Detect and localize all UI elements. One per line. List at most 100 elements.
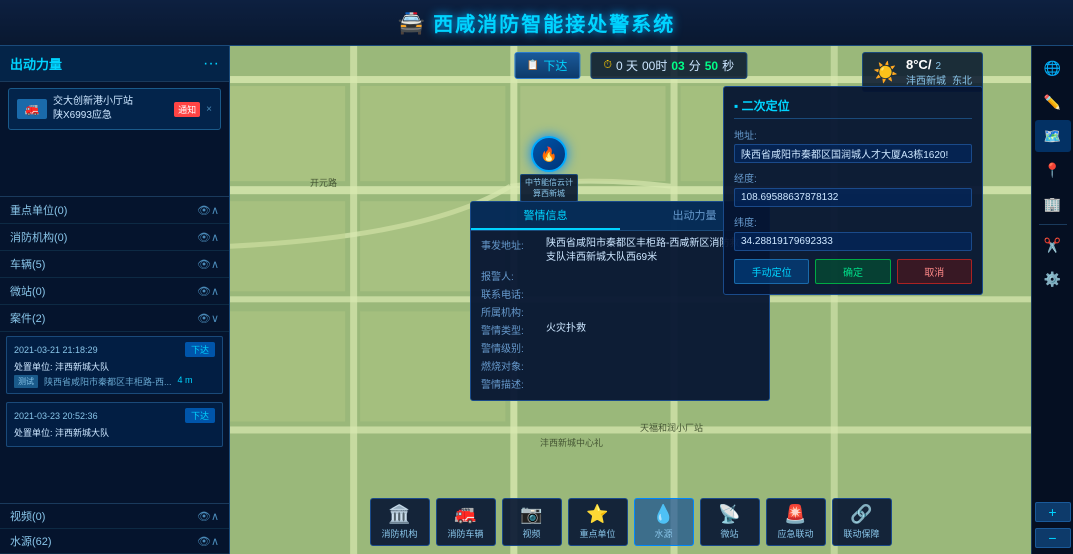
btn-fire-vehicle[interactable]: 🚒 消防车辆: [436, 498, 496, 546]
btn-fire-org[interactable]: 🏛️ 消防机构: [370, 498, 430, 546]
lat-row: 纬度:: [734, 214, 972, 251]
case-dispatch-btn-1[interactable]: 下达: [185, 408, 215, 423]
dispatch-button[interactable]: 📋 下达: [514, 52, 580, 79]
map-area[interactable]: 创业路 开元路 开元路 沣西新城中心礼 天福和润小厂站 🔥 中节能信云计 算西新…: [230, 46, 1031, 554]
eye-icon-water[interactable]: 👁: [197, 535, 211, 548]
location-icon: 📍: [1044, 162, 1061, 179]
info-row-address: 事发地址: 陕西省咸阳市秦都区丰柜路-西咸新区消防救援支队沣西新城大队西69米: [481, 237, 759, 265]
eye-icon-video[interactable]: 👁: [197, 510, 211, 523]
right-sidebar: 🌐 ✏️ 🗺️ 📍 🏢 ✂️ ⚙️ + −: [1031, 46, 1073, 554]
case-dispatch-btn-0[interactable]: 下达: [185, 342, 215, 357]
panel-header: 出动力量 ···: [0, 46, 229, 82]
btn-microstation[interactable]: 📡 微站: [700, 498, 760, 546]
sidebar-btn-globe[interactable]: 🌐: [1035, 52, 1071, 84]
eye-icon-0[interactable]: 👁: [197, 204, 211, 217]
info-row-org: 所属机构:: [481, 304, 759, 319]
sidebar-btn-map[interactable]: 🗺️: [1035, 120, 1071, 152]
eye-icon-4[interactable]: 👁: [197, 312, 211, 325]
secondary-title: ▪ 二次定位: [734, 97, 972, 119]
case-item-1[interactable]: 2021-03-23 20:52:36 下达 处置单位: 沣西新城大队: [6, 402, 223, 447]
case-item-0[interactable]: 2021-03-21 21:18:29 下达 处置单位: 沣西新城大队 测试 陕…: [6, 336, 223, 394]
panel-title: 出动力量: [10, 54, 62, 73]
timer-display: ⏱ 0 天 00时 03 分 50 秒: [590, 52, 747, 79]
alert-item[interactable]: 🚒 交大创新港小厅站 陕X6993应急 通知 ×: [8, 88, 221, 130]
address-row: 地址:: [734, 127, 972, 163]
info-row-reporter: 报警人:: [481, 268, 759, 283]
arrow-icon-3[interactable]: [211, 285, 219, 298]
category-item-cases[interactable]: 案件(2) 👁: [0, 305, 229, 332]
sidebar-btn-edit[interactable]: ✏️: [1035, 86, 1071, 118]
category-item-microstation[interactable]: 微站(0) 👁: [0, 278, 229, 305]
arrow-icon-water[interactable]: [211, 535, 219, 548]
confirm-button[interactable]: 确定: [815, 259, 890, 284]
marker-label: 中节能信云计 算西新城: [520, 174, 578, 202]
weather-icon: ☀️: [873, 60, 898, 85]
arrow-icon-video[interactable]: [211, 510, 219, 523]
building-icon: 🏢: [1044, 196, 1061, 213]
app-header: 🚔 西咸消防智能接处警系统: [0, 0, 1073, 46]
alert-close-icon[interactable]: ×: [206, 104, 212, 115]
info-row-type: 警情类型: 火灾扑救: [481, 322, 759, 337]
zoom-in-button[interactable]: +: [1035, 502, 1071, 522]
spacer: [0, 136, 229, 196]
locate-button[interactable]: 手动定位: [734, 259, 809, 284]
arrow-icon-2[interactable]: [211, 258, 219, 271]
sidebar-btn-settings[interactable]: ⚙️: [1035, 263, 1071, 295]
main-container: 出动力量 ··· 🚒 交大创新港小厅站 陕X6993应急 通知 × 重点单位(0…: [0, 46, 1073, 554]
lng-row: 经度:: [734, 170, 972, 207]
case-distance-0: 4 m: [178, 375, 193, 388]
sidebar-btn-scissors[interactable]: ✂️: [1035, 229, 1071, 261]
water-icon: 💧: [652, 504, 674, 525]
eye-icon-3[interactable]: 👁: [197, 285, 211, 298]
sidebar-divider: [1039, 224, 1067, 225]
arrow-icon-4[interactable]: [211, 312, 219, 325]
scissors-icon: ✂️: [1044, 237, 1061, 254]
fire-icon: 🔥: [540, 146, 557, 163]
sidebar-btn-building[interactable]: 🏢: [1035, 188, 1071, 220]
info-row-desc: 警情描述:: [481, 376, 759, 391]
btn-emergency[interactable]: 🚨 应急联动: [766, 498, 826, 546]
btn-water[interactable]: 💧 水源: [634, 498, 694, 546]
secondary-buttons: 手动定位 确定 取消: [734, 259, 972, 284]
zoom-out-button[interactable]: −: [1035, 528, 1071, 548]
info-row-phone: 联系电话:: [481, 286, 759, 301]
category-item-key-units[interactable]: 重点单位(0) 👁: [0, 197, 229, 224]
address-input[interactable]: [734, 144, 972, 163]
arrow-icon-0[interactable]: [211, 204, 219, 217]
map-toolbar: 📋 下达 ⏱ 0 天 00时 03 分 50 秒: [514, 52, 747, 79]
arrow-icon-1[interactable]: [211, 231, 219, 244]
video-icon: 📷: [520, 504, 542, 525]
category-item-water[interactable]: 水源(62) 👁: [0, 529, 229, 554]
fire-org-icon: 🏛️: [388, 504, 410, 525]
lat-input[interactable]: [734, 232, 972, 251]
globe-icon: 🌐: [1044, 60, 1061, 77]
settings-icon: ⚙️: [1044, 271, 1061, 288]
info-row-level: 警情级别:: [481, 340, 759, 355]
sidebar-btn-location[interactable]: 📍: [1035, 154, 1071, 186]
panel-dots[interactable]: ···: [203, 55, 219, 73]
btn-video[interactable]: 📷 视频: [502, 498, 562, 546]
emergency-icon: 🚨: [784, 504, 806, 525]
map-marker[interactable]: 🔥 中节能信云计 算西新城: [520, 136, 578, 202]
header-icon: 🚔: [398, 10, 425, 36]
btn-key-unit[interactable]: ⭐ 重点单位: [568, 498, 628, 546]
fire-vehicle-icon: 🚒: [454, 504, 476, 525]
lng-input[interactable]: [734, 188, 972, 207]
category-list: 重点单位(0) 👁 消防机构(0) 👁 车辆(5) 👁 微站(0) 👁 案件(2: [0, 196, 229, 332]
marker-pin: 🔥: [531, 136, 567, 172]
category-item-video[interactable]: 视频(0) 👁: [0, 504, 229, 529]
linkage-icon: 🔗: [850, 504, 872, 525]
cancel-button[interactable]: 取消: [897, 259, 972, 284]
btn-linkage[interactable]: 🔗 联动保障: [832, 498, 892, 546]
map-icon: 🗺️: [1044, 128, 1061, 145]
secondary-panel: ▪ 二次定位 地址: 经度: 纬度: 手动定位 确定 取消: [723, 86, 983, 295]
dispatch-icon: 📋: [527, 60, 539, 71]
category-item-fire-org[interactable]: 消防机构(0) 👁: [0, 224, 229, 251]
alert-text: 交大创新港小厅站 陕X6993应急: [53, 95, 168, 123]
category-item-vehicles[interactable]: 车辆(5) 👁: [0, 251, 229, 278]
tab-alert-info[interactable]: 警情信息: [471, 202, 620, 230]
eye-icon-1[interactable]: 👁: [197, 231, 211, 244]
eye-icon-2[interactable]: 👁: [197, 258, 211, 271]
microstation-icon: 📡: [718, 504, 740, 525]
truck-icon: 🚒: [17, 99, 47, 119]
